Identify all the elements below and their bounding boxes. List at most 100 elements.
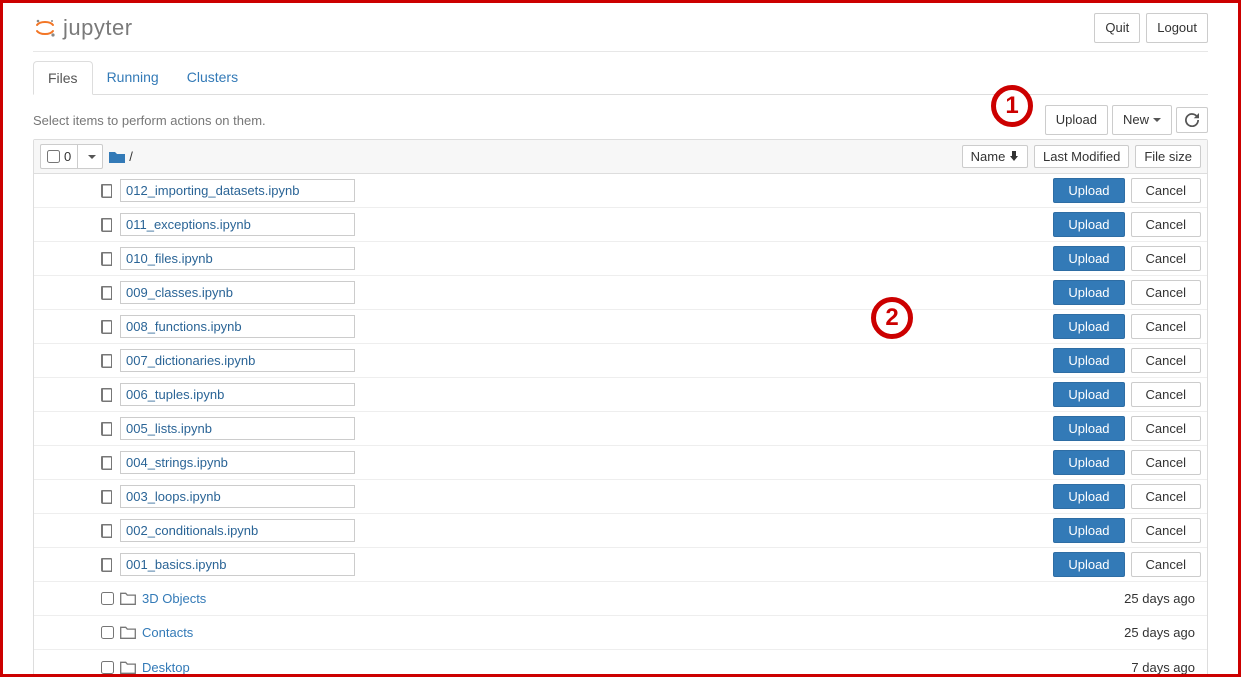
row-checkbox[interactable] <box>101 592 114 605</box>
quit-button[interactable]: Quit <box>1094 13 1140 43</box>
upload-filename-input[interactable] <box>120 179 355 202</box>
pending-upload-row: Upload Cancel <box>34 208 1207 242</box>
tab-files[interactable]: Files <box>33 61 93 95</box>
modified-time: 25 days ago <box>1021 625 1201 640</box>
notebook-icon <box>100 184 114 198</box>
row-cancel-button[interactable]: Cancel <box>1131 348 1201 373</box>
tab-clusters[interactable]: Clusters <box>173 61 252 95</box>
notebook-icon <box>100 354 114 368</box>
pending-upload-row: Upload Cancel <box>34 174 1207 208</box>
refresh-button[interactable] <box>1176 107 1208 133</box>
notebook-icon <box>100 218 114 232</box>
row-cancel-button[interactable]: Cancel <box>1131 416 1201 441</box>
refresh-icon <box>1185 113 1199 127</box>
logout-button[interactable]: Logout <box>1146 13 1208 43</box>
arrow-down-icon <box>1009 149 1019 164</box>
row-cancel-button[interactable]: Cancel <box>1131 382 1201 407</box>
sort-size-button[interactable]: File size <box>1135 145 1201 168</box>
pending-upload-row: Upload Cancel <box>34 378 1207 412</box>
folder-link[interactable]: 3D Objects <box>142 591 206 606</box>
notebook-icon <box>100 252 114 266</box>
folder-icon <box>120 592 136 605</box>
row-cancel-button[interactable]: Cancel <box>1131 314 1201 339</box>
folder-link[interactable]: Desktop <box>142 660 190 675</box>
row-cancel-button[interactable]: Cancel <box>1131 518 1201 543</box>
pending-upload-row: Upload Cancel <box>34 446 1207 480</box>
pending-upload-row: Upload Cancel <box>34 276 1207 310</box>
select-all-checkbox[interactable] <box>47 150 60 163</box>
row-checkbox[interactable] <box>101 626 114 639</box>
row-cancel-button[interactable]: Cancel <box>1131 280 1201 305</box>
toolbar-hint: Select items to perform actions on them. <box>33 113 266 128</box>
upload-filename-input[interactable] <box>120 247 355 270</box>
upload-filename-input[interactable] <box>120 281 355 304</box>
upload-filename-input[interactable] <box>120 485 355 508</box>
row-checkbox[interactable] <box>101 661 114 674</box>
pending-upload-row: Upload Cancel <box>34 344 1207 378</box>
row-upload-button[interactable]: Upload <box>1053 416 1124 441</box>
breadcrumb[interactable]: / <box>109 149 133 164</box>
upload-button[interactable]: Upload <box>1045 105 1108 135</box>
row-upload-button[interactable]: Upload <box>1053 348 1124 373</box>
upload-filename-input[interactable] <box>120 417 355 440</box>
sort-name-button[interactable]: Name <box>962 145 1028 168</box>
folder-row: 3D Objects 25 days ago <box>34 582 1207 616</box>
callout-1: 1 <box>991 85 1033 127</box>
folder-icon <box>109 150 125 164</box>
pending-upload-row: Upload Cancel <box>34 480 1207 514</box>
sort-modified-button[interactable]: Last Modified <box>1034 145 1129 168</box>
row-upload-button[interactable]: Upload <box>1053 314 1124 339</box>
brand-text: jupyter <box>63 15 133 41</box>
upload-filename-input[interactable] <box>120 383 355 406</box>
select-menu-caret[interactable] <box>78 149 102 165</box>
notebook-icon <box>100 456 114 470</box>
notebook-icon <box>100 490 114 504</box>
row-upload-button[interactable]: Upload <box>1053 246 1124 271</box>
selected-count: 0 <box>64 149 71 164</box>
upload-filename-input[interactable] <box>120 213 355 236</box>
row-upload-button[interactable]: Upload <box>1053 382 1124 407</box>
row-cancel-button[interactable]: Cancel <box>1131 450 1201 475</box>
pending-upload-row: Upload Cancel <box>34 514 1207 548</box>
pending-upload-row: Upload Cancel <box>34 242 1207 276</box>
row-upload-button[interactable]: Upload <box>1053 450 1124 475</box>
upload-filename-input[interactable] <box>120 349 355 372</box>
row-upload-button[interactable]: Upload <box>1053 280 1124 305</box>
notebook-icon <box>100 524 114 538</box>
folder-icon <box>120 661 136 674</box>
row-upload-button[interactable]: Upload <box>1053 212 1124 237</box>
tab-running[interactable]: Running <box>93 61 173 95</box>
upload-filename-input[interactable] <box>120 315 355 338</box>
upload-filename-input[interactable] <box>120 519 355 542</box>
jupyter-logo[interactable]: jupyter <box>33 15 133 41</box>
callout-2: 2 <box>871 297 913 339</box>
row-cancel-button[interactable]: Cancel <box>1131 178 1201 203</box>
folder-link[interactable]: Contacts <box>142 625 193 640</box>
row-cancel-button[interactable]: Cancel <box>1131 552 1201 577</box>
row-upload-button[interactable]: Upload <box>1053 518 1124 543</box>
notebook-icon <box>100 558 114 572</box>
modified-time: 7 days ago <box>1021 660 1201 675</box>
pending-upload-row: Upload Cancel <box>34 310 1207 344</box>
notebook-icon <box>100 286 114 300</box>
row-cancel-button[interactable]: Cancel <box>1131 246 1201 271</box>
jupyter-icon <box>33 16 57 40</box>
folder-row: Desktop 7 days ago <box>34 650 1207 677</box>
notebook-icon <box>100 422 114 436</box>
new-dropdown[interactable]: New <box>1112 105 1172 135</box>
modified-time: 25 days ago <box>1021 591 1201 606</box>
row-cancel-button[interactable]: Cancel <box>1131 212 1201 237</box>
row-upload-button[interactable]: Upload <box>1053 484 1124 509</box>
upload-filename-input[interactable] <box>120 553 355 576</box>
row-upload-button[interactable]: Upload <box>1053 552 1124 577</box>
notebook-icon <box>100 388 114 402</box>
breadcrumb-sep: / <box>129 149 133 164</box>
pending-upload-row: Upload Cancel <box>34 548 1207 582</box>
upload-filename-input[interactable] <box>120 451 355 474</box>
row-upload-button[interactable]: Upload <box>1053 178 1124 203</box>
row-cancel-button[interactable]: Cancel <box>1131 484 1201 509</box>
folder-row: Contacts 25 days ago <box>34 616 1207 650</box>
pending-upload-row: Upload Cancel <box>34 412 1207 446</box>
select-all-group[interactable]: 0 <box>40 144 103 169</box>
folder-icon <box>120 626 136 639</box>
